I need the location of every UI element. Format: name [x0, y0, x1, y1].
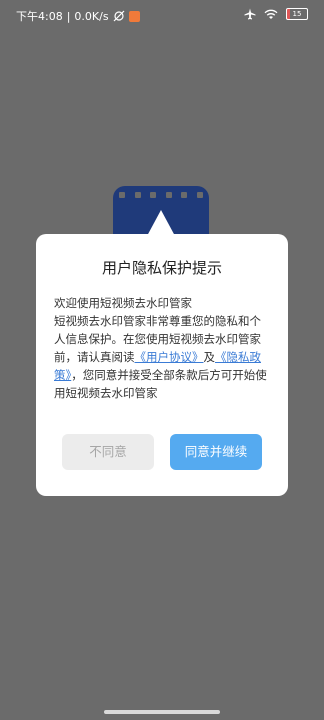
- dialog-body: 欢迎使用短视频去水印管家 短视频去水印管家非常尊重您的隐私和个人信息保护。在您使…: [54, 294, 270, 402]
- dialog-paragraph: 短视频去水印管家非常尊重您的隐私和个人信息保护。在您使用短视频去水印管家前，请认…: [54, 312, 270, 402]
- battery-icon: 15: [286, 8, 308, 20]
- notification-icon: [128, 10, 140, 22]
- status-left: 下午4:08 | 0.0K/s: [16, 8, 140, 24]
- status-time: 下午4:08: [16, 10, 63, 23]
- status-right: 15: [244, 8, 308, 20]
- status-separator: |: [66, 9, 71, 23]
- status-bar: 下午4:08 | 0.0K/s 15: [0, 0, 324, 30]
- user-agreement-link[interactable]: 《用户协议》: [135, 350, 204, 364]
- and-text: 及: [203, 350, 216, 364]
- film-strip: [119, 192, 203, 198]
- dialog-title: 用户隐私保护提示: [101, 259, 222, 277]
- privacy-dialog: 用户隐私保护提示 欢迎使用短视频去水印管家 短视频去水印管家非常尊重您的隐私和个…: [36, 234, 288, 496]
- dialog-intro: 欢迎使用短视频去水印管家: [54, 296, 192, 310]
- mute-icon: [113, 10, 125, 22]
- wifi-icon: [264, 9, 278, 19]
- status-network-speed: 0.0K/s: [74, 9, 109, 23]
- dialog-button-row: 不同意 同意并继续: [62, 434, 262, 470]
- home-indicator[interactable]: [104, 710, 220, 714]
- battery-level: 15: [292, 10, 302, 18]
- body-after-link: ，您同意并接受全部条款后方可开始使用短视频去水印管家: [54, 368, 267, 400]
- airplane-icon: [244, 8, 256, 20]
- disagree-button[interactable]: 不同意: [62, 434, 154, 470]
- play-triangle-icon: [147, 210, 175, 236]
- agree-continue-button[interactable]: 同意并继续: [170, 434, 262, 470]
